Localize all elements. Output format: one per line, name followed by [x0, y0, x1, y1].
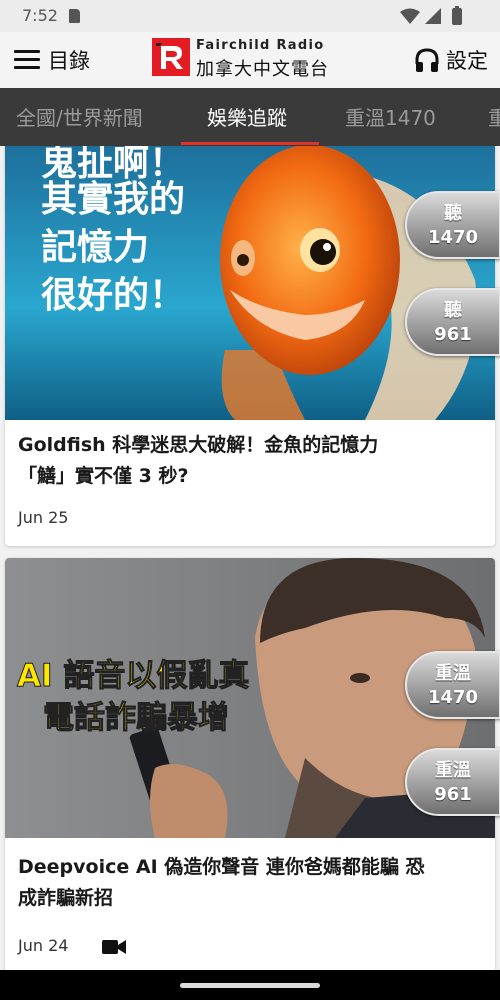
tab-entertainment[interactable]: 娛樂追蹤: [207, 88, 287, 146]
listen-1470-button[interactable]: 聽 1470: [405, 191, 500, 259]
replay-961-button[interactable]: 重溫 961: [405, 748, 500, 816]
active-tab-indicator: [181, 142, 319, 145]
article-title-line: Goldfish 科學迷思大破解！金魚的記憶力: [18, 434, 379, 456]
headphones-icon: [415, 48, 439, 72]
signal-icon: [425, 8, 441, 24]
fairchild-logo: Fairchild Radio 加拿大中文電台: [152, 36, 352, 80]
article-title-line: 「鱔」實不僅 3 秒?: [18, 465, 189, 487]
button-line: 重溫: [435, 760, 471, 781]
logo-icon: [152, 38, 190, 76]
article-title[interactable]: Deepvoice AI 偽造你聲音 連你爸媽都能騙 恐 成詐騙新招: [18, 852, 482, 914]
menu-label: 目錄: [48, 49, 90, 73]
article-image-goldfish[interactable]: 鬼扯啊！ 其實我的 記憶力 很好的！: [5, 146, 495, 420]
video-icon: [102, 940, 126, 954]
listen-961-button[interactable]: 聽 961: [405, 288, 500, 356]
button-line: 聽: [444, 203, 462, 224]
article-title[interactable]: Goldfish 科學迷思大破解！金魚的記憶力 「鱔」實不僅 3 秒?: [18, 430, 482, 492]
article-meta: Jun 24: [18, 936, 138, 960]
replay-1470-button[interactable]: 重溫 1470: [405, 651, 500, 719]
image-caption-line: 記憶力: [41, 227, 150, 268]
button-line: 1470: [427, 687, 479, 708]
article-date: Jun 24: [18, 936, 69, 955]
app-bar: 目錄 Fairchild Radio 加拿大中文電台 設定: [0, 32, 500, 88]
tab-replay-1470[interactable]: 重溫1470: [345, 88, 436, 146]
article-title-line: 成詐騙新招: [18, 887, 114, 909]
home-gesture-handle[interactable]: [180, 983, 320, 988]
button-line: 重溫: [435, 663, 471, 684]
article-feed[interactable]: 鬼扯啊！ 其實我的 記憶力 很好的！ Goldfish 科學迷思大破解！金魚的記…: [0, 146, 500, 970]
image-caption-line: AI 語音以假亂真: [16, 658, 250, 695]
tab-replay-more[interactable]: 重: [488, 88, 500, 146]
wifi-icon: [400, 8, 420, 24]
menu-icon: [14, 50, 40, 70]
logo-english-text: Fairchild Radio: [196, 38, 325, 53]
menu-button[interactable]: 目錄: [14, 44, 90, 76]
button-line: 961: [434, 784, 472, 805]
button-line: 聽: [444, 300, 462, 321]
settings-button[interactable]: 設定: [414, 44, 488, 76]
image-caption-line: 其實我的: [41, 179, 186, 220]
tab-national-world-news[interactable]: 全國/世界新聞: [16, 88, 143, 146]
button-line: 961: [434, 324, 472, 345]
status-bar: 7:52: [0, 0, 500, 32]
article-date: Jun 25: [18, 508, 69, 527]
category-tabs: 全國/世界新聞 娛樂追蹤 重溫1470 重: [0, 88, 500, 146]
settings-label: 設定: [446, 49, 488, 73]
status-icons: [400, 6, 470, 26]
logo-chinese-text: 加拿大中文電台: [196, 59, 329, 80]
sim-icon: [69, 9, 80, 23]
image-caption-line: 電話詐騙暴增: [43, 700, 230, 737]
system-navigation-bar: [0, 970, 500, 1000]
battery-icon: [452, 6, 462, 25]
image-caption-line: 很好的！: [41, 275, 186, 316]
status-time: 7:52: [22, 6, 58, 25]
button-line: 1470: [427, 227, 479, 248]
article-title-line: Deepvoice AI 偽造你聲音 連你爸媽都能騙 恐: [18, 856, 425, 878]
